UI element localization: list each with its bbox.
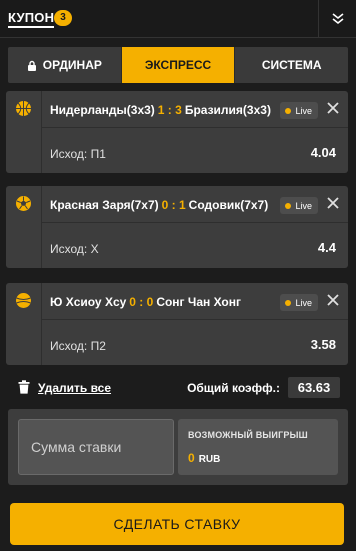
tennis-ball-icon xyxy=(16,293,31,308)
bet-sport xyxy=(6,186,42,268)
bet-card: Ю Хсиоу Хсу 0 : 0 Сонг Чан Хонг Live Исход… xyxy=(6,283,348,365)
stake-panel: возможный выигрыш 0RUB xyxy=(8,409,348,485)
match-score: 0 : 0 xyxy=(129,295,154,309)
match-score: 0 : 1 xyxy=(161,198,186,212)
total-odds-label: Общий коэфф.: xyxy=(187,381,280,395)
double-chevron-down-icon xyxy=(332,13,343,25)
bet-outcome: Исход: П2 xyxy=(50,339,106,353)
delete-all-link[interactable]: Удалить все xyxy=(38,381,111,395)
live-dot-icon xyxy=(285,202,292,209)
remove-bet-close-icon[interactable] xyxy=(326,101,340,115)
team-home: Красная Заря(7x7) xyxy=(50,198,159,212)
divider xyxy=(42,127,348,128)
live-label: Live xyxy=(295,297,312,308)
coupon-count-badge: 3 xyxy=(54,10,72,26)
bet-type-tabs: ОРДИНАР ЭКСПРЕСС СИСТЕМА xyxy=(8,47,348,83)
basketball-icon xyxy=(16,101,31,116)
tab-single-label: ОРДИНАР xyxy=(42,58,102,72)
live-label: Live xyxy=(295,200,312,211)
live-badge: Live xyxy=(280,102,318,119)
possible-win-amount: 0 xyxy=(188,451,195,465)
bet-odds: 4.04 xyxy=(310,145,336,160)
remove-bet-close-icon[interactable] xyxy=(326,196,340,210)
lock-icon xyxy=(27,60,36,71)
bet-odds: 3.58 xyxy=(310,337,336,352)
bet-card: Нидерланды(3x3) 1 : 3 Бразилия(3x3) Live И… xyxy=(6,91,348,173)
tab-express-label: ЭКСПРЕСС xyxy=(144,58,212,72)
place-bet-button[interactable]: СДЕЛАТЬ СТАВКУ xyxy=(10,503,344,545)
live-dot-icon xyxy=(285,107,292,114)
stake-amount-input[interactable] xyxy=(18,419,174,475)
bet-match: Ю Хсиоу Хсу 0 : 0 Сонг Чан Хонг xyxy=(50,295,241,309)
team-away: Сонг Чан Хонг xyxy=(156,295,241,309)
possible-win-value: 0 RUB xyxy=(188,451,220,465)
team-away: Содовик(7x7) xyxy=(188,198,269,212)
collapse-button[interactable] xyxy=(318,0,356,38)
live-badge: Live xyxy=(280,197,318,214)
team-home: Ю Хсиоу Хсу xyxy=(50,295,127,309)
match-score: 1 : 3 xyxy=(157,103,182,117)
bet-match: Красная Заря(7x7) 0 : 1 Содовик(7x7) xyxy=(50,198,268,212)
bet-sport xyxy=(6,91,42,173)
coupon-summary: Удалить все Общий коэфф.: 63.63 xyxy=(0,377,356,399)
total-odds-value: 63.63 xyxy=(288,377,340,398)
remove-bet-close-icon[interactable] xyxy=(326,293,340,307)
divider xyxy=(42,319,348,320)
possible-win-box: возможный выигрыш 0 RUB xyxy=(178,419,338,475)
tab-single[interactable]: ОРДИНАР xyxy=(8,47,121,83)
bet-sport xyxy=(6,283,42,365)
possible-win-currency: RUB xyxy=(198,454,221,465)
tab-express[interactable]: ЭКСПРЕСС xyxy=(120,47,235,83)
team-home: Нидерланды(3x3) xyxy=(50,103,155,117)
bet-outcome: Исход: П1 xyxy=(50,147,106,161)
bet-match: Нидерланды(3x3) 1 : 3 Бразилия(3x3) xyxy=(50,103,271,117)
bet-outcome: Исход: X xyxy=(50,242,99,256)
live-label: Live xyxy=(295,105,312,116)
bet-odds: 4.4 xyxy=(317,240,336,255)
possible-win-label: возможный выигрыш xyxy=(188,430,308,440)
tab-system[interactable]: СИСТЕМА xyxy=(234,47,348,83)
tab-system-label: СИСТЕМА xyxy=(261,58,322,72)
team-away: Бразилия(3x3) xyxy=(184,103,271,117)
live-badge: Live xyxy=(280,294,318,311)
soccer-ball-icon xyxy=(16,196,31,211)
coupon-title[interactable]: КУПОН xyxy=(8,10,55,28)
coupon-header: КУПОН 3 xyxy=(0,0,356,38)
live-dot-icon xyxy=(285,299,292,306)
divider xyxy=(42,222,348,223)
bet-card: Красная Заря(7x7) 0 : 1 Содовик(7x7) Live … xyxy=(6,186,348,268)
trash-icon[interactable] xyxy=(18,380,30,394)
